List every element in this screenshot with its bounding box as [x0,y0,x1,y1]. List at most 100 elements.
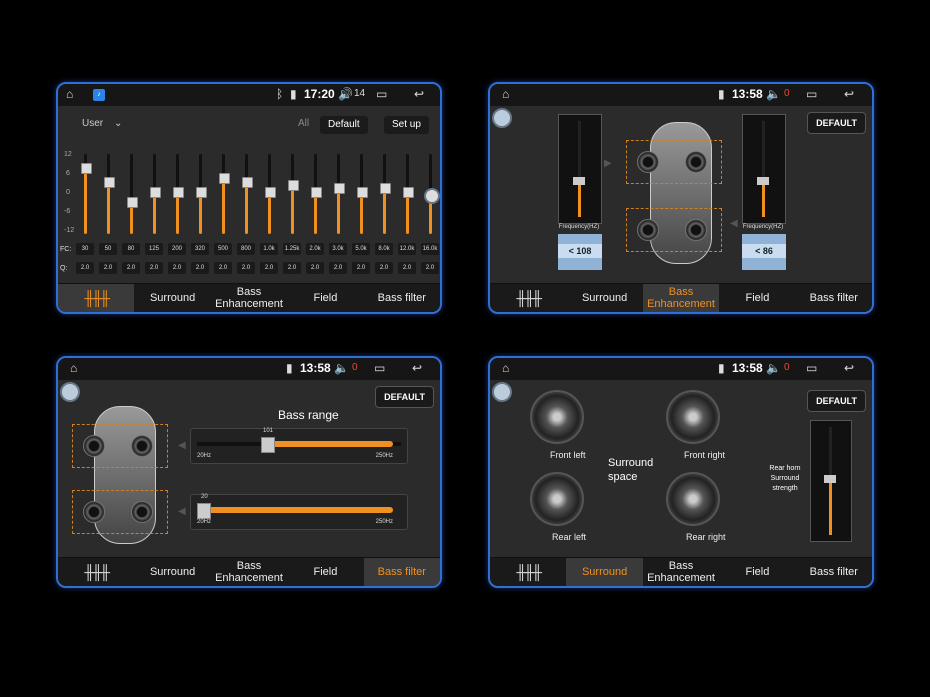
default-button[interactable]: DEFAULT [807,390,866,412]
q-cell[interactable]: 2.0 [329,262,347,274]
fc-cell[interactable]: 125 [145,243,163,255]
preset-selector[interactable]: User [82,118,103,129]
q-cell[interactable]: 2.0 [260,262,278,274]
fc-cell[interactable]: 3.0k [329,243,347,255]
back-icon[interactable]: ↩ [414,87,424,101]
q-cell[interactable]: 2.0 [99,262,117,274]
volume-muted-icon[interactable]: 🔈 [766,361,781,375]
fc-cell[interactable]: 800 [237,243,255,255]
default-button[interactable]: DEFAULT [375,386,434,408]
eq-slider-knob[interactable] [219,173,230,185]
fc-cell[interactable]: 500 [214,243,232,255]
tab-field[interactable]: Field [719,284,795,312]
fc-cell[interactable]: 1.25k [283,243,301,255]
eq-slider-knob[interactable] [334,183,345,195]
eq-slider-knob[interactable] [127,196,138,208]
tab-bass-filter[interactable]: Bass filter [796,284,872,312]
tab-field[interactable]: Field [287,558,363,586]
rear-right-gauge[interactable] [666,472,720,526]
fc-cell[interactable]: 200 [168,243,186,255]
tab-field[interactable]: Field [287,284,363,312]
front-left-gauge[interactable] [530,390,584,444]
q-cell[interactable]: 2.0 [352,262,370,274]
fc-cell[interactable]: 1.0k [260,243,278,255]
tab-surround[interactable]: Surround [566,284,642,312]
left-frequency-display[interactable]: < 108 [558,234,602,270]
rear-speaker-zone[interactable] [626,208,722,252]
front-speaker-zone[interactable] [626,140,722,184]
tab-surround[interactable]: Surround [134,284,210,312]
tab-equalizer[interactable]: ╫╫╫ [58,284,135,312]
float-button[interactable] [60,382,80,402]
tab-equalizer[interactable]: ╫╫╫ [490,284,566,312]
q-cell[interactable]: 2.0 [214,262,232,274]
eq-slider-knob[interactable] [104,176,115,188]
bass-range-slider-1[interactable]: 101 20Hz 250Hz [190,428,408,464]
q-cell[interactable]: 2.0 [122,262,140,274]
float-button[interactable] [492,382,512,402]
fc-cell[interactable]: 8.0k [375,243,393,255]
eq-slider-knob[interactable] [403,186,414,198]
fc-cell[interactable]: 2.0k [306,243,324,255]
eq-slider-knob[interactable] [242,176,253,188]
tab-equalizer[interactable]: ╫╫╫ [490,558,566,586]
eq-slider-knob[interactable] [311,186,322,198]
eq-slider-knob[interactable] [173,186,184,198]
recent-apps-icon[interactable]: ▭ [806,361,817,375]
home-icon[interactable]: ⌂ [70,361,77,375]
all-label[interactable]: All [298,118,309,129]
float-button[interactable] [492,108,512,128]
tab-bass-enhancement[interactable]: Bass Enhancement [211,284,287,312]
eq-slider-knob[interactable] [81,163,92,175]
q-cell[interactable]: 2.0 [375,262,393,274]
tab-bass-filter[interactable]: Bass filter [363,558,440,586]
fc-cell[interactable]: 30 [76,243,94,255]
rear-speaker-zone[interactable] [72,490,168,534]
back-icon[interactable]: ↩ [844,361,854,375]
home-icon[interactable]: ⌂ [502,87,509,101]
tab-bass-filter[interactable]: Bass filter [364,284,440,312]
fc-cell[interactable]: 320 [191,243,209,255]
q-cell[interactable]: 2.0 [306,262,324,274]
slider-knob[interactable] [261,437,275,453]
front-right-gauge[interactable] [666,390,720,444]
setup-button[interactable]: Set up [384,116,429,134]
q-cell[interactable]: 2.0 [283,262,301,274]
tab-surround[interactable]: Surround [566,558,643,586]
eq-slider-knob[interactable] [357,186,368,198]
tab-equalizer[interactable]: ╫╫╫ [58,558,134,586]
q-cell[interactable]: 2.0 [237,262,255,274]
home-icon[interactable]: ⌂ [502,361,509,375]
tab-bass-enhancement[interactable]: Bass Enhancement [211,558,287,586]
q-cell[interactable]: 2.0 [421,262,439,274]
eq-slider-knob[interactable] [380,183,391,195]
recent-apps-icon[interactable]: ▭ [806,87,817,101]
home-icon[interactable]: ⌂ [66,87,73,101]
eq-slider-knob[interactable] [196,186,207,198]
scroll-knob[interactable] [424,188,440,204]
bass-range-slider-2[interactable]: 20 20Hz 250Hz [190,494,408,530]
q-cell[interactable]: 2.0 [168,262,186,274]
default-button[interactable]: Default [320,116,368,134]
front-speaker-zone[interactable] [72,424,168,468]
fc-cell[interactable]: 16.0k [421,243,439,255]
recent-apps-icon[interactable]: ▭ [376,87,387,101]
fc-cell[interactable]: 50 [99,243,117,255]
fc-cell[interactable]: 5.0k [352,243,370,255]
eq-slider-knob[interactable] [265,186,276,198]
q-cell[interactable]: 2.0 [191,262,209,274]
tab-bass-enhancement[interactable]: Bass Enhancement [642,284,720,312]
back-icon[interactable]: ↩ [844,87,854,101]
volume-muted-icon[interactable]: 🔈 [766,87,781,101]
q-cell[interactable]: 2.0 [398,262,416,274]
slider-knob[interactable] [197,503,211,519]
eq-slider-knob[interactable] [150,186,161,198]
fc-cell[interactable]: 80 [122,243,140,255]
surround-strength-slider[interactable] [810,420,852,542]
right-frequency-display[interactable]: < 86 [742,234,786,270]
right-frequency-slider[interactable] [742,114,786,224]
left-frequency-slider[interactable] [558,114,602,224]
tab-bass-filter[interactable]: Bass filter [796,558,872,586]
volume-muted-icon[interactable]: 🔈 [334,361,349,375]
tab-surround[interactable]: Surround [134,558,210,586]
